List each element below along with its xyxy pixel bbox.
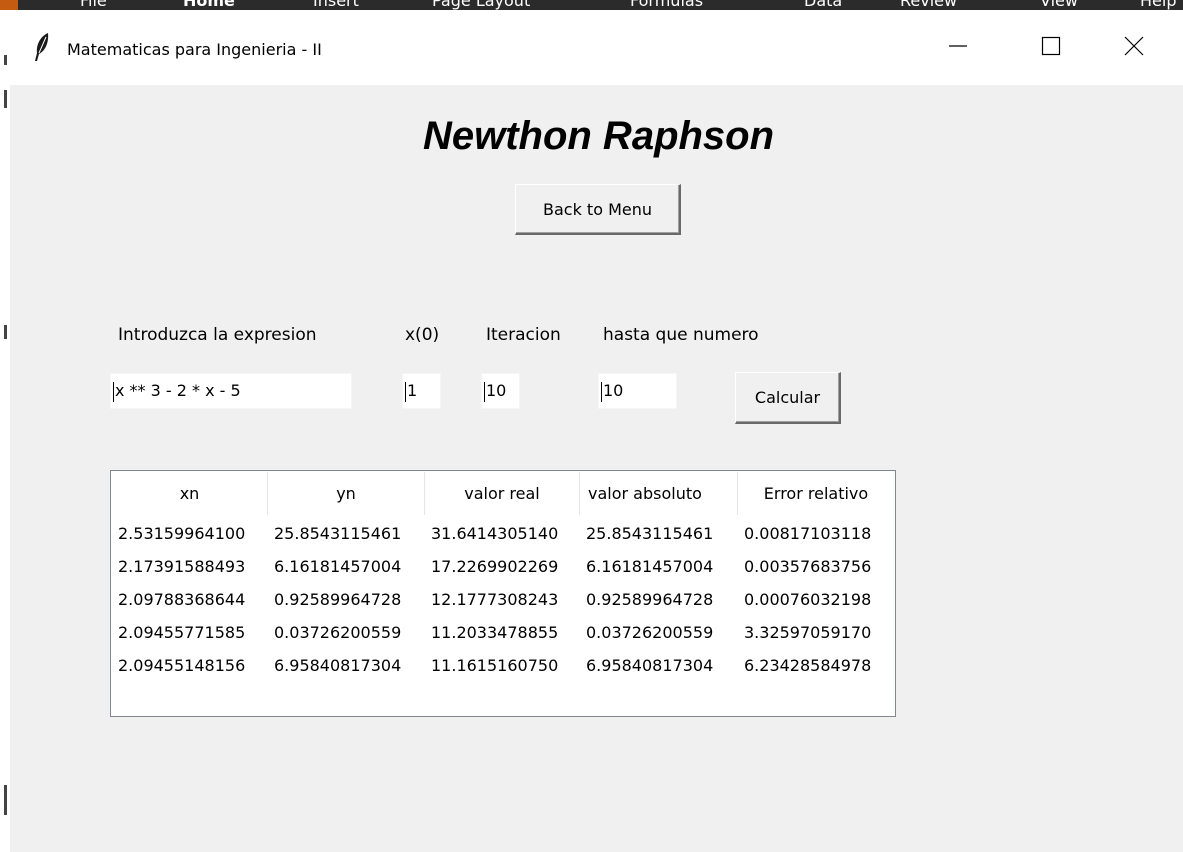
- window-title: Matematicas para Ingenieria - II: [67, 40, 322, 59]
- table-body: 2.53159964100 25.8543115461 31.641430514…: [112, 517, 894, 682]
- table-header: xn yn valor real valor absoluto Error re…: [112, 472, 894, 515]
- ribbon-tab-file[interactable]: File: [80, 0, 107, 10]
- cell-xn: 2.17391588493: [118, 557, 246, 576]
- iteration-input[interactable]: 10: [481, 373, 520, 409]
- minimize-button[interactable]: [938, 28, 978, 68]
- iteration-value: 10: [486, 381, 507, 400]
- text-caret: [113, 381, 114, 402]
- ribbon-tab-view[interactable]: View: [1040, 0, 1078, 10]
- table-row[interactable]: 2.53159964100 25.8543115461 31.641430514…: [112, 517, 894, 550]
- cell-valor-absoluto: 6.95840817304: [586, 656, 714, 675]
- column-header-valor-absoluto[interactable]: valor absoluto: [580, 472, 738, 515]
- cell-yn: 6.95840817304: [274, 656, 402, 675]
- column-header-xn[interactable]: xn: [112, 472, 268, 515]
- cell-xn: 2.53159964100: [118, 524, 246, 543]
- title-bar[interactable]: Matematicas para Ingenieria - II: [10, 10, 1183, 85]
- cell-xn: 2.09455771585: [118, 623, 246, 642]
- column-header-yn[interactable]: yn: [268, 472, 425, 515]
- cell-yn: 0.92589964728: [274, 590, 402, 609]
- minimize-icon: [948, 36, 968, 60]
- table-row[interactable]: 2.09788368644 0.92589964728 12.177730824…: [112, 583, 894, 616]
- text-caret: [601, 381, 602, 402]
- cell-xn: 2.09788368644: [118, 590, 246, 609]
- cell-yn: 25.8543115461: [274, 524, 402, 543]
- cell-valor-real: 12.1777308243: [431, 590, 559, 609]
- table-row[interactable]: 2.17391588493 6.16181457004 17.226990226…: [112, 550, 894, 583]
- calculate-button[interactable]: Calcular: [735, 372, 841, 424]
- background-app-ribbon: File Home Insert Page Layout Formulas Da…: [0, 0, 1183, 10]
- page-title: Newthon Raphson: [422, 114, 775, 158]
- iteration-label: Iteracion: [486, 325, 561, 345]
- ribbon-tab-formulas[interactable]: Formulas: [630, 0, 703, 10]
- ribbon-tab-data[interactable]: Data: [804, 0, 842, 10]
- background-mark: [4, 55, 7, 65]
- cell-error-relativo: 3.32597059170: [744, 623, 872, 642]
- column-header-valor-real[interactable]: valor real: [425, 472, 580, 515]
- background-file-accent: [0, 0, 18, 10]
- cell-valor-absoluto: 6.16181457004: [586, 557, 714, 576]
- cell-valor-absoluto: 25.8543115461: [586, 524, 714, 543]
- feather-icon: [32, 32, 52, 62]
- background-mark: [4, 90, 7, 108]
- maximize-icon: [1041, 36, 1061, 60]
- cell-yn: 6.16181457004: [274, 557, 402, 576]
- ribbon-tab-help[interactable]: Help: [1140, 0, 1176, 10]
- x0-input[interactable]: 1: [402, 373, 441, 409]
- column-header-error-relativo[interactable]: Error relativo: [738, 472, 894, 515]
- cell-valor-absoluto: 0.03726200559: [586, 623, 714, 642]
- app-window: Matematicas para Ingenieria - II Newthon…: [10, 10, 1183, 852]
- results-table[interactable]: xn yn valor real valor absoluto Error re…: [110, 470, 896, 717]
- back-to-menu-button[interactable]: Back to Menu: [515, 184, 681, 235]
- cell-valor-real: 31.6414305140: [431, 524, 559, 543]
- expression-label: Introduzca la expresion: [118, 325, 317, 345]
- until-number-input[interactable]: 10: [598, 373, 677, 409]
- x0-label: x(0): [405, 325, 440, 345]
- text-caret: [484, 381, 485, 402]
- maximize-button[interactable]: [1031, 28, 1071, 68]
- cell-valor-absoluto: 0.92589964728: [586, 590, 714, 609]
- expression-value: x ** 3 - 2 * x - 5: [115, 381, 241, 400]
- ribbon-tab-home[interactable]: Home: [183, 0, 235, 10]
- cell-yn: 0.03726200559: [274, 623, 402, 642]
- cell-xn: 2.09455148156: [118, 656, 246, 675]
- cell-error-relativo: 0.00817103118: [744, 524, 872, 543]
- cell-error-relativo: 0.00076032198: [744, 590, 872, 609]
- cell-error-relativo: 6.23428584978: [744, 656, 872, 675]
- until-number-value: 10: [603, 381, 624, 400]
- cell-valor-real: 11.2033478855: [431, 623, 559, 642]
- expression-input[interactable]: x ** 3 - 2 * x - 5: [110, 373, 352, 409]
- cell-valor-real: 17.2269902269: [431, 557, 559, 576]
- text-caret: [405, 381, 406, 402]
- ribbon-tab-review[interactable]: Review: [900, 0, 957, 10]
- cell-error-relativo: 0.00357683756: [744, 557, 872, 576]
- ribbon-tab-insert[interactable]: Insert: [313, 0, 359, 10]
- background-mark: [4, 325, 7, 339]
- until-number-label: hasta que numero: [603, 325, 759, 345]
- cell-valor-real: 11.1615160750: [431, 656, 559, 675]
- close-button[interactable]: [1114, 28, 1154, 68]
- table-row[interactable]: 2.09455148156 6.95840817304 11.161516075…: [112, 649, 894, 682]
- ribbon-tab-page-layout[interactable]: Page Layout: [432, 0, 530, 10]
- close-icon: [1124, 36, 1144, 60]
- x0-value: 1: [407, 381, 418, 400]
- background-mark: [4, 785, 7, 815]
- table-row[interactable]: 2.09455771585 0.03726200559 11.203347885…: [112, 616, 894, 649]
